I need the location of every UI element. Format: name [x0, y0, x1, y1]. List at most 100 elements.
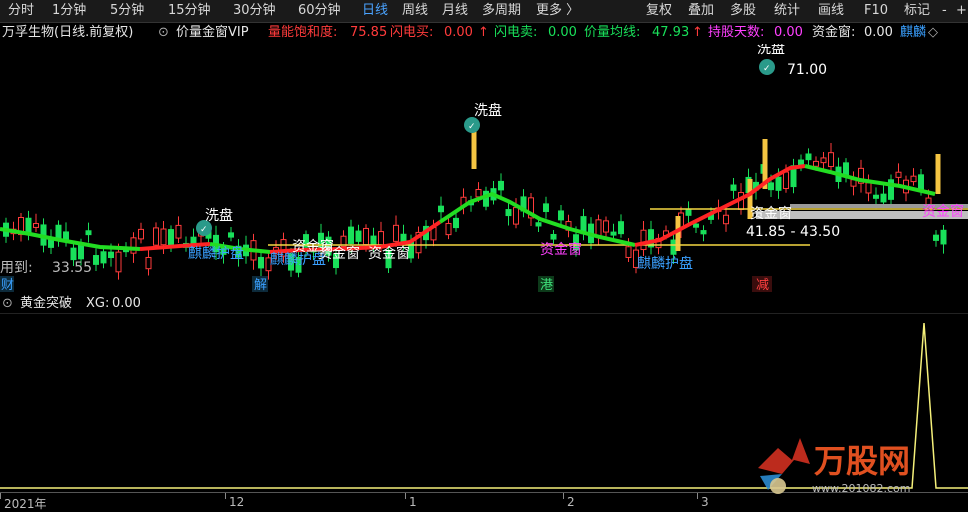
- candle-body: [535, 222, 542, 227]
- f10-button[interactable]: F10: [864, 2, 888, 20]
- candle-body: [55, 224, 62, 239]
- candle-body: [820, 157, 827, 164]
- candle-body: [33, 223, 39, 228]
- period-tab-60min[interactable]: 60分钟: [298, 2, 341, 20]
- period-toolbar: 分时 1分钟 5分钟 15分钟 30分钟 60分钟 日线 周线 月线 多周期 更…: [0, 0, 968, 23]
- low-price-label: 33.55: [52, 260, 92, 276]
- statistics-button[interactable]: 统计: [774, 2, 800, 20]
- candle-body: [730, 184, 737, 191]
- period-tab-weekly[interactable]: 周线: [402, 2, 428, 20]
- date-label: 3: [701, 495, 709, 509]
- event-marker-jian: 减: [756, 278, 769, 293]
- candle-body: [393, 224, 399, 242]
- candle-body: [918, 174, 924, 190]
- price-range-label: 41.85 - 43.50: [746, 224, 840, 240]
- watermark-brand: 万股网: [814, 442, 910, 480]
- sub-indicator-dropdown-icon[interactable]: ⊙: [2, 295, 13, 313]
- candle-body: [108, 251, 114, 259]
- candle-body: [828, 152, 834, 168]
- candle-body: [115, 251, 122, 273]
- kline-chart[interactable]: ✓ 洗盘 ✓ 洗盘 ✓ 洗盘 71.00 用到: 33.55 麒麟护盘 麒麟护盘…: [0, 44, 968, 294]
- candle-body: [25, 217, 32, 234]
- period-tab-30min[interactable]: 30分钟: [233, 2, 276, 20]
- period-tab-monthly[interactable]: 月线: [442, 2, 468, 20]
- candle-body: [940, 229, 947, 245]
- candle-body: [258, 256, 264, 269]
- candle-body: [895, 171, 902, 178]
- stock-title: 万孚生物(日线.前复权): [2, 25, 134, 40]
- adjust-button[interactable]: 复权: [646, 2, 672, 20]
- date-label: 2021年: [4, 497, 47, 511]
- fund-window-far-label: 资金窗: [922, 203, 964, 220]
- candle-body: [693, 223, 699, 228]
- fund-window-label: 资金窗: [318, 245, 360, 262]
- up-arrow-icon: ↑: [692, 25, 703, 40]
- period-tab-1min[interactable]: 1分钟: [52, 2, 86, 20]
- candle-body: [513, 207, 519, 225]
- capital-window-label: 资金窗:: [812, 25, 856, 40]
- candle-body: [498, 180, 504, 191]
- period-tab-multi[interactable]: 多周期: [482, 2, 521, 20]
- sub-indicator-bar: ⊙ 黄金突破 XG: 0.00: [0, 295, 968, 313]
- flash-sell-label: 闪电卖:: [494, 25, 538, 40]
- candle-body: [783, 171, 789, 189]
- candle-body: [640, 229, 647, 251]
- candle-body: [723, 214, 729, 225]
- date-label: 12: [229, 495, 245, 509]
- candle-body: [78, 243, 84, 260]
- overlay-button[interactable]: 叠加: [688, 2, 714, 20]
- period-tab-5min[interactable]: 5分钟: [110, 2, 144, 20]
- mark-button[interactable]: 标记: [904, 2, 930, 20]
- candle-body: [378, 231, 384, 247]
- low-prefix-label: 用到:: [0, 260, 33, 276]
- candle-body: [670, 239, 677, 255]
- indicator-name[interactable]: 价量金窗VIP: [176, 23, 249, 43]
- candle-body: [145, 256, 152, 270]
- guard-label-1: 麒麟护盘: [188, 245, 244, 262]
- event-marker-gang: 港: [540, 278, 553, 293]
- draw-line-button[interactable]: 画线: [818, 2, 844, 20]
- sub-indicator-title[interactable]: 黄金突破: [20, 295, 72, 313]
- check-icon: ✓: [763, 64, 771, 74]
- capital-window-value: 0.00: [864, 25, 893, 40]
- candle-body: [933, 234, 939, 241]
- check-icon: ✓: [468, 122, 476, 132]
- vol-ma-value: 47.93: [652, 25, 690, 40]
- candle-body: [813, 160, 819, 167]
- indicator-dropdown-icon[interactable]: ⊙: [158, 23, 169, 43]
- vol-ma-label: 价量均线:: [584, 25, 641, 40]
- multi-stock-button[interactable]: 多股: [730, 2, 756, 20]
- wash-label-2: 洗盘: [474, 102, 502, 119]
- diamond-icon: ◇: [928, 25, 938, 40]
- period-tab-more[interactable]: 更多 〉: [536, 2, 579, 20]
- candle-body: [880, 193, 887, 203]
- watermark-logo: 万股网 www.201082.com: [748, 430, 968, 500]
- candle-body: [618, 221, 624, 235]
- candle-body: [603, 220, 609, 233]
- fund-window-label: 资金窗: [368, 245, 410, 262]
- high-price-label: 71.00: [787, 62, 827, 78]
- candle-body: [873, 194, 879, 199]
- candle-body: [363, 227, 369, 246]
- hold-days-value: 0.00: [774, 25, 803, 40]
- xg-value: 0.00: [112, 296, 141, 311]
- candle-body: [475, 188, 482, 198]
- candle-body: [85, 230, 92, 236]
- candle-body: [685, 209, 692, 216]
- magenta-fund-window-label: 资金窗: [540, 241, 582, 258]
- candle-body: [865, 182, 872, 194]
- period-tab-15min[interactable]: 15分钟: [168, 2, 211, 20]
- fund-window-label: 资金窗: [750, 205, 792, 222]
- candle-body: [370, 235, 377, 246]
- period-tab-intraday[interactable]: 分时: [8, 2, 34, 20]
- candle-body: [805, 153, 812, 161]
- candle-body: [438, 205, 444, 213]
- candle-body: [775, 176, 782, 191]
- truncated-indicator-label: 麒麟: [900, 25, 927, 40]
- period-tab-daily[interactable]: 日线: [362, 2, 388, 20]
- highlight-candle: [935, 154, 941, 194]
- flash-buy-value: 0.00: [444, 25, 473, 40]
- zoom-out-button[interactable]: -: [942, 2, 947, 20]
- zoom-in-button[interactable]: +: [956, 2, 967, 20]
- check-icon: ✓: [200, 225, 208, 235]
